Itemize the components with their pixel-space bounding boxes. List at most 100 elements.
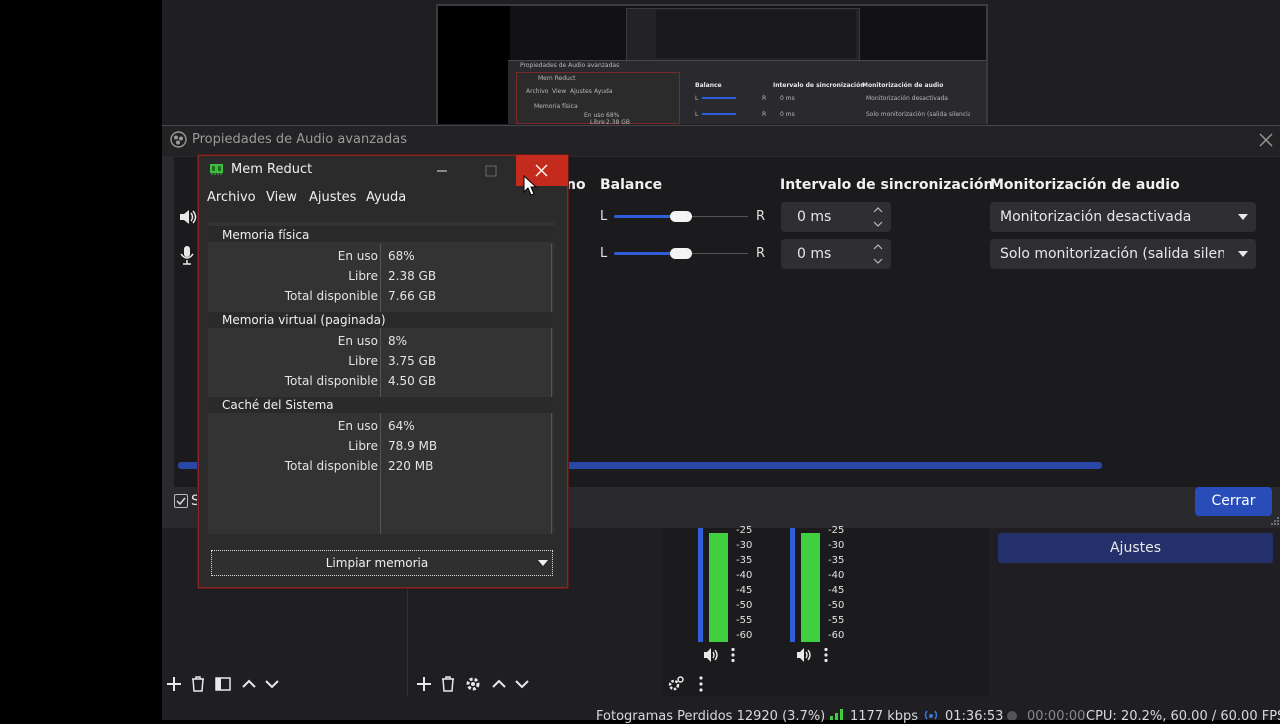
- signal-bars-icon: [830, 709, 844, 720]
- row-label: Libre: [348, 354, 378, 368]
- row-value: 220 MB: [388, 459, 434, 473]
- advanced-audio-gear-icon[interactable]: [667, 675, 685, 693]
- filter-icon[interactable]: [214, 675, 232, 693]
- preview-adv-title: Propiedades de Audio avanzadas: [520, 62, 620, 69]
- preview-left-1: L: [695, 95, 699, 102]
- trash-icon[interactable]: [439, 675, 457, 693]
- meter-scale-label: -60: [828, 630, 845, 641]
- gear-icon[interactable]: [464, 675, 482, 693]
- preview-mon-2: Solo monitorización (salida silenciada): [866, 111, 970, 118]
- row-label: Libre: [348, 269, 378, 283]
- balance-left-label: L: [600, 209, 608, 224]
- add-scene-icon[interactable]: [165, 675, 183, 693]
- active-sources-checkbox[interactable]: [174, 494, 188, 508]
- split-button-dropdown-icon[interactable]: [537, 558, 549, 568]
- preview-mem-title: Mem Reduct: [538, 75, 576, 82]
- cpu-fps: CPU: 20.2%, 60.00 / 60.00 FPS: [1086, 709, 1280, 724]
- move-up-icon[interactable]: [240, 675, 258, 693]
- move-up-icon[interactable]: [490, 675, 508, 693]
- speaker-icon: [178, 208, 198, 226]
- mem-reduct-app-icon: [209, 163, 224, 176]
- minimize-icon[interactable]: [433, 163, 451, 179]
- column-divider: [380, 244, 381, 534]
- preview-right-1: R: [762, 95, 767, 102]
- preview-left-2: L: [695, 111, 699, 118]
- meter-scale-label: -45: [828, 585, 845, 596]
- row-value: 2.38 GB: [388, 269, 437, 283]
- meter-scale-label: -25: [736, 525, 753, 536]
- more-options-icon[interactable]: [823, 647, 829, 663]
- mixer-menu-icon[interactable]: [698, 675, 704, 693]
- row-label: Total disponible: [284, 374, 378, 388]
- meter-scale-label: -35: [736, 555, 753, 566]
- move-down-icon[interactable]: [513, 675, 531, 693]
- preview-col-balance: Balance: [695, 82, 722, 89]
- resize-grip-icon[interactable]: [1270, 515, 1280, 525]
- balance-right-label: R: [756, 209, 766, 224]
- sync-offset-value: 0 ms: [797, 209, 832, 225]
- adv-close-icon[interactable]: [1257, 131, 1275, 149]
- preview-mem-row-value: 68%: [606, 112, 620, 119]
- col-header-partial: no: [566, 177, 586, 193]
- mem-reduct-title: Mem Reduct: [231, 162, 313, 177]
- spin-arrows-icon[interactable]: [871, 205, 885, 229]
- more-options-icon[interactable]: [730, 647, 736, 663]
- col-header-balance: Balance: [600, 177, 663, 193]
- row-value: 8%: [388, 334, 408, 348]
- menu-ayuda[interactable]: Ayuda: [366, 190, 406, 205]
- mute-speaker-icon[interactable]: [796, 647, 813, 663]
- balance-right-label: R: [756, 246, 766, 261]
- preview-menu-ayuda: Ayuda: [594, 88, 613, 95]
- mute-speaker-icon[interactable]: [703, 647, 720, 663]
- row-label: Total disponible: [284, 459, 378, 473]
- row-label: En uso: [337, 334, 378, 348]
- close-button[interactable]: Cerrar: [1195, 487, 1272, 516]
- meter-scale-label: -45: [736, 585, 753, 596]
- meter-scale-label: -30: [828, 540, 845, 551]
- menu-archivo[interactable]: Archivo: [207, 190, 256, 205]
- col-header-sync: Intervalo de sincronización: [780, 177, 994, 193]
- add-source-icon[interactable]: [415, 675, 433, 693]
- mouse-cursor-icon: [523, 175, 539, 197]
- live-time: 01:36:53: [945, 709, 1004, 724]
- row-label: Libre: [348, 439, 378, 453]
- live-broadcast-icon: [923, 710, 939, 720]
- preview-mem-group: Memoria física: [534, 103, 578, 110]
- preview-right-2: R: [762, 111, 767, 118]
- bitrate: 1177 kbps: [850, 709, 919, 724]
- move-down-icon[interactable]: [263, 675, 281, 693]
- meter-scale-label: -40: [736, 570, 753, 581]
- mixer-volume-slider[interactable]: [790, 528, 795, 642]
- row-label: En uso: [337, 249, 378, 263]
- meter-scale-label: -50: [736, 600, 753, 611]
- row-value: 3.75 GB: [388, 354, 437, 368]
- spin-arrows-icon[interactable]: [871, 242, 885, 266]
- menu-ajustes[interactable]: Ajustes: [309, 190, 356, 205]
- record-icon: [1006, 710, 1018, 720]
- monitoring-value: Solo monitorización (salida silenciada): [1000, 246, 1224, 262]
- trash-icon[interactable]: [189, 675, 207, 693]
- meter-scale-label: -55: [828, 615, 845, 626]
- balance-slider-handle[interactable]: [670, 211, 692, 222]
- mixer-volume-slider[interactable]: [698, 528, 703, 642]
- maximize-icon: [482, 162, 500, 180]
- row-value: 64%: [388, 419, 415, 433]
- preview-sync-2: 0 ms: [780, 111, 795, 118]
- preview-black-region: [438, 6, 510, 124]
- meter-scale-label: -30: [736, 540, 753, 551]
- row-label: En uso: [337, 419, 378, 433]
- meter-scale-label: -40: [828, 570, 845, 581]
- row-value: 7.66 GB: [388, 289, 437, 303]
- menu-view[interactable]: View: [266, 190, 297, 205]
- balance-slider-handle[interactable]: [670, 248, 692, 259]
- settings-button[interactable]: Ajustes: [998, 533, 1273, 563]
- row-label: Total disponible: [284, 289, 378, 303]
- meter-scale-label: -60: [736, 630, 753, 641]
- preview-menu-view: View: [552, 88, 567, 95]
- preview-sync-1: 0 ms: [780, 95, 795, 102]
- clean-memory-label: Limpiar memoria: [325, 556, 429, 570]
- dropped-frames: Fotogramas Perdidos 12920 (3.7%): [596, 709, 826, 724]
- preview-menu-ajustes: Ajustes: [570, 88, 592, 95]
- adv-dialog-title: Propiedades de Audio avanzadas: [192, 132, 407, 147]
- meter-scale-label: -50: [828, 600, 845, 611]
